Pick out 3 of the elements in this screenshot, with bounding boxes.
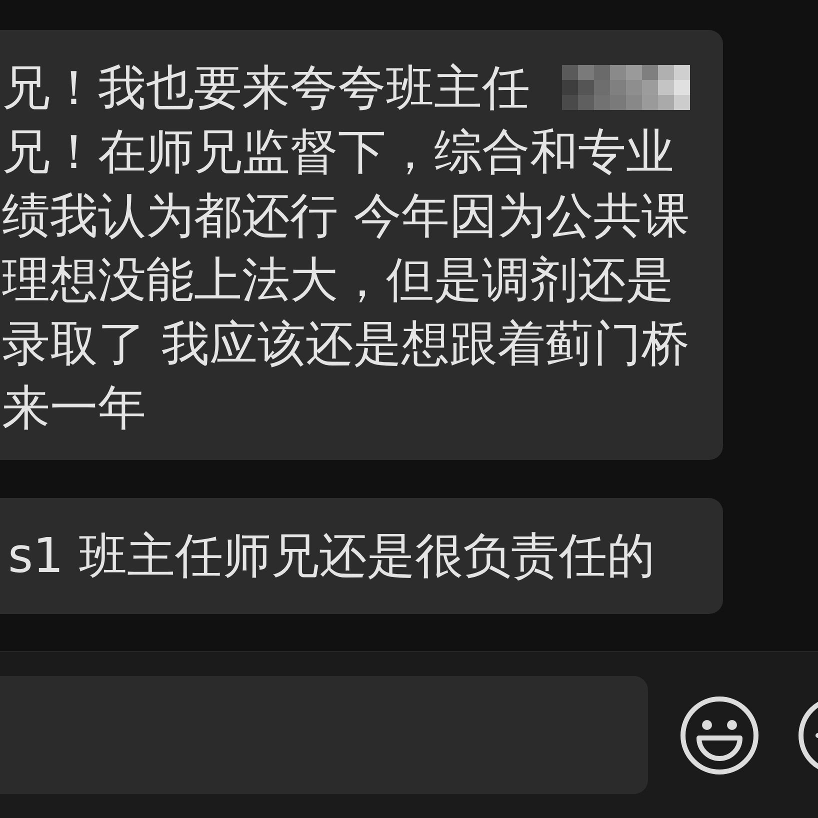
message-text: 兄！我也要来夸夸班主任 兄！在师兄监督下，综合和专业 绩我认为都还行 今年因为公共课 理想没能上法大，但是调剂还是 录取了 我应该还是想跟着蓟门桥 来一年 (1, 59, 690, 438)
emoji-icon[interactable] (680, 696, 759, 774)
message-text: s1 班主任师兄还是很负责任的 (7, 527, 656, 586)
